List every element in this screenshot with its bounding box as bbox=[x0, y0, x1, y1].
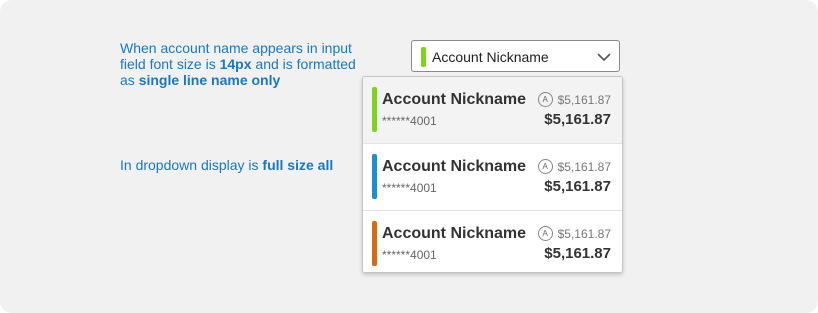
account-color-bar bbox=[372, 87, 377, 132]
account-balance: $5,161.87 bbox=[544, 178, 611, 195]
account-option[interactable]: Account Nickname ******4001 A $5,161.87 … bbox=[363, 144, 622, 211]
available-balance: A $5,161.87 bbox=[537, 92, 611, 107]
account-name: Account Nickname bbox=[382, 225, 527, 242]
canvas: When account name appears in input field… bbox=[0, 0, 818, 313]
account-balance: $5,161.87 bbox=[544, 111, 611, 128]
available-amount: $5,161.87 bbox=[557, 226, 611, 241]
account-dropdown: Account Nickname ******4001 A $5,161.87 … bbox=[362, 76, 623, 273]
account-name: Account Nickname bbox=[382, 91, 527, 108]
available-balance: A $5,161.87 bbox=[537, 226, 611, 241]
annotation-dropdown: In dropdown display is full size all bbox=[120, 157, 380, 173]
available-balance: A $5,161.87 bbox=[537, 159, 611, 174]
annotation-emphasis: single line name only bbox=[138, 72, 281, 88]
account-select-label: Account Nickname bbox=[432, 49, 549, 65]
account-select[interactable]: Account Nickname bbox=[411, 40, 620, 72]
account-number: ******4001 bbox=[382, 248, 437, 262]
annotation-text: In dropdown display is bbox=[120, 157, 263, 173]
annotation-input-field: When account name appears in input field… bbox=[120, 40, 360, 88]
account-name: Account Nickname bbox=[382, 158, 527, 175]
account-color-bar bbox=[372, 221, 377, 266]
chevron-down-icon[interactable] bbox=[597, 50, 611, 64]
account-color-bar bbox=[421, 47, 426, 67]
annotation-emphasis: full size all bbox=[262, 157, 334, 173]
available-icon: A bbox=[537, 92, 553, 107]
account-number: ******4001 bbox=[382, 114, 437, 128]
available-amount: $5,161.87 bbox=[557, 159, 611, 174]
available-amount: $5,161.87 bbox=[557, 92, 611, 107]
account-number: ******4001 bbox=[382, 181, 437, 195]
available-icon: A bbox=[537, 159, 553, 174]
available-icon: A bbox=[537, 226, 553, 241]
account-option[interactable]: Account Nickname ******4001 A $5,161.87 … bbox=[363, 77, 622, 144]
account-color-bar bbox=[372, 154, 377, 199]
annotation-emphasis: 14px bbox=[219, 56, 252, 72]
account-balance: $5,161.87 bbox=[544, 245, 611, 262]
account-option[interactable]: Account Nickname ******4001 A $5,161.87 … bbox=[363, 211, 622, 272]
